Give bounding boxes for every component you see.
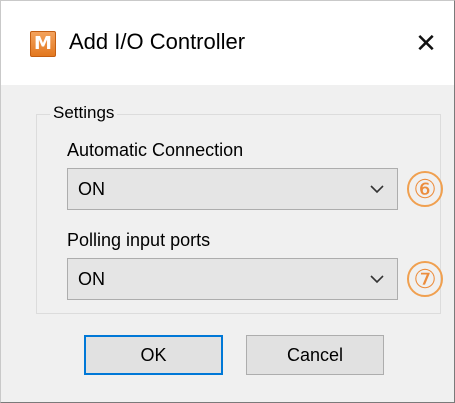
polling-input-ports-value: ON	[78, 269, 105, 289]
automatic-connection-select[interactable]: ON	[67, 168, 398, 210]
ok-button[interactable]: OK	[84, 335, 223, 375]
title-bar[interactable]: M Add I/O Controller ✕	[1, 1, 454, 85]
cancel-button[interactable]: Cancel	[246, 335, 384, 375]
polling-input-ports-select[interactable]: ON	[67, 258, 398, 300]
callout-6-marker: ⑥	[407, 171, 443, 207]
close-icon: ✕	[415, 29, 437, 59]
automatic-connection-value: ON	[78, 179, 105, 199]
chevron-down-icon	[370, 275, 384, 284]
chevron-down-icon	[370, 185, 384, 194]
automatic-connection-label: Automatic Connection	[67, 140, 244, 160]
settings-group-label: Settings	[50, 103, 118, 123]
app-logo-icon: M	[30, 31, 56, 57]
dialog-title: Add I/O Controller	[69, 29, 246, 54]
callout-7-marker: ⑦	[407, 261, 443, 297]
polling-input-ports-label: Polling input ports	[67, 230, 211, 250]
close-button[interactable]: ✕	[408, 26, 444, 62]
